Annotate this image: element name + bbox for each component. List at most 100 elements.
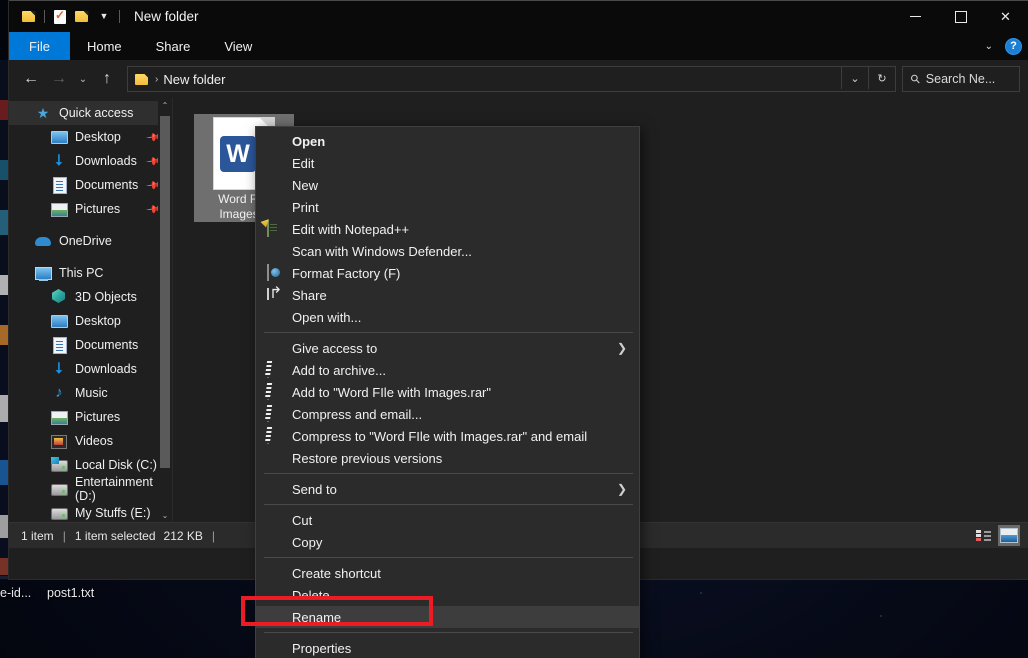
menu-item-restore-previous-versions[interactable]: Restore previous versions xyxy=(256,447,639,469)
desktop-icons-strip xyxy=(0,60,9,580)
menu-item-scan-with-windows-defender[interactable]: Scan with Windows Defender... xyxy=(256,240,639,262)
selection-count: 1 item selected xyxy=(75,529,156,543)
minimize-button[interactable] xyxy=(893,1,938,32)
menu-item-compress-to-word-file-with-images-rar-and-email[interactable]: Compress to "Word FIle with Images.rar" … xyxy=(256,425,639,447)
breadcrumb: › New folder xyxy=(128,72,225,87)
refresh-icon[interactable]: ↻ xyxy=(868,67,895,89)
sidebar-item-label: Quick access xyxy=(59,106,133,120)
sidebar-item-label: Music xyxy=(75,386,108,400)
menu-item-print[interactable]: Print xyxy=(256,196,639,218)
sidebar-gap xyxy=(9,253,172,261)
maximize-button[interactable] xyxy=(938,1,983,32)
menu-item-label: Share xyxy=(292,288,327,303)
search-box[interactable]: ⚲ Search Ne... xyxy=(902,66,1020,92)
menu-item-label: Copy xyxy=(292,535,322,550)
defender-shield-icon xyxy=(267,243,283,259)
menu-item-compress-and-email[interactable]: Compress and email... xyxy=(256,403,639,425)
menu-item-label: Create shortcut xyxy=(292,566,381,581)
sidebar-item-3d-objects[interactable]: 3D Objects xyxy=(9,285,172,309)
sidebar-item-downloads[interactable]: ⭣Downloads📌 xyxy=(9,149,172,173)
chevron-right-icon: ❯ xyxy=(617,337,627,359)
sidebar-list: ★Quick accessDesktop📌⭣Downloads📌Document… xyxy=(9,98,172,522)
address-history-icon[interactable]: ⌄ xyxy=(841,67,868,89)
scrollbar-thumb[interactable] xyxy=(160,116,170,468)
word-badge: W xyxy=(220,136,256,172)
menu-item-add-to-word-file-with-images-rar[interactable]: Add to "Word FIle with Images.rar" xyxy=(256,381,639,403)
menu-item-new[interactable]: New xyxy=(256,174,639,196)
tab-file[interactable]: File xyxy=(9,32,70,60)
menu-item-open[interactable]: Open xyxy=(256,130,639,152)
sidebar-item-quick-access[interactable]: ★Quick access xyxy=(9,101,172,125)
sidebar-item-local-disk-c[interactable]: Local Disk (C:) xyxy=(9,453,172,477)
sidebar-item-label: Desktop xyxy=(75,130,121,144)
tab-home[interactable]: Home xyxy=(70,32,139,60)
sidebar-item-documents[interactable]: Documents xyxy=(9,333,172,357)
close-button[interactable]: ✕ xyxy=(983,1,1028,32)
details-view-button[interactable] xyxy=(972,525,994,546)
sidebar-item-downloads[interactable]: ⭣Downloads xyxy=(9,357,172,381)
menu-item-edit[interactable]: Edit xyxy=(256,152,639,174)
menu-separator xyxy=(264,332,633,333)
sidebar-item-desktop[interactable]: Desktop📌 xyxy=(9,125,172,149)
sidebar-item-label: OneDrive xyxy=(59,234,112,248)
properties-icon[interactable] xyxy=(49,6,71,28)
folder-icon[interactable] xyxy=(18,6,40,28)
address-input[interactable]: › New folder ⌄ ↻ xyxy=(127,66,896,92)
sidebar-item-documents[interactable]: Documents📌 xyxy=(9,173,172,197)
chevron-down-icon[interactable]: ▼ xyxy=(93,6,115,28)
desktop-icon-label-2[interactable]: post1.txt xyxy=(47,586,94,600)
winrar-icon xyxy=(267,362,283,378)
breadcrumb-current[interactable]: New folder xyxy=(163,72,225,87)
new-folder-icon[interactable] xyxy=(71,6,93,28)
sidebar-item-label: Pictures xyxy=(75,410,120,424)
menu-item-open-with[interactable]: Open with... xyxy=(256,306,639,328)
sidebar-item-my-stuffs-e[interactable]: My Stuffs (E:) xyxy=(9,501,172,522)
sidebar-item-label: Videos xyxy=(75,434,113,448)
sidebar-item-desktop[interactable]: Desktop xyxy=(9,309,172,333)
sidebar-item-onedrive[interactable]: OneDrive xyxy=(9,229,172,253)
menu-item-format-factory-f[interactable]: Format Factory (F) xyxy=(256,262,639,284)
menu-item-share[interactable]: Share xyxy=(256,284,639,306)
menu-item-give-access-to[interactable]: Give access to❯ xyxy=(256,337,639,359)
scroll-down-icon[interactable]: ⌄ xyxy=(158,508,172,522)
menu-item-label: Add to "Word FIle with Images.rar" xyxy=(292,385,491,400)
sidebar-item-videos[interactable]: Videos xyxy=(9,429,172,453)
menu-item-create-shortcut[interactable]: Create shortcut xyxy=(256,562,639,584)
document-icon xyxy=(51,177,67,193)
large-icons-view-button[interactable] xyxy=(998,525,1020,546)
monitor-icon xyxy=(51,129,67,145)
menu-item-label: Add to archive... xyxy=(292,363,386,378)
drive-icon xyxy=(51,481,67,497)
sidebar-item-music[interactable]: ♪Music xyxy=(9,381,172,405)
menu-item-properties[interactable]: Properties xyxy=(256,637,639,658)
menu-item-send-to[interactable]: Send to❯ xyxy=(256,478,639,500)
sidebar-item-entertainment-d[interactable]: Entertainment (D:) xyxy=(9,477,172,501)
tab-view[interactable]: View xyxy=(207,32,269,60)
desktop-icon-label-1[interactable]: e-id... xyxy=(0,586,31,600)
menu-item-label: Properties xyxy=(292,641,351,656)
up-button[interactable]: ↑ xyxy=(93,64,121,94)
address-bar: ← → ⌄ ↑ › New folder ⌄ ↻ ⚲ Search Ne... xyxy=(9,60,1028,98)
sidebar-item-pictures[interactable]: Pictures📌 xyxy=(9,197,172,221)
help-icon[interactable]: ? xyxy=(1005,38,1022,55)
cube-icon xyxy=(51,289,67,305)
menu-item-cut[interactable]: Cut xyxy=(256,509,639,531)
scroll-up-icon[interactable]: ⌃ xyxy=(158,98,172,112)
sidebar-item-pictures[interactable]: Pictures xyxy=(9,405,172,429)
menu-item-copy[interactable]: Copy xyxy=(256,531,639,553)
tab-share[interactable]: Share xyxy=(139,32,208,60)
breadcrumb-separator: › xyxy=(155,74,158,85)
menu-item-add-to-archive[interactable]: Add to archive... xyxy=(256,359,639,381)
forward-button[interactable]: → xyxy=(45,64,73,94)
sidebar-item-label: Desktop xyxy=(75,314,121,328)
download-arrow-icon: ⭣ xyxy=(51,153,67,169)
document-icon xyxy=(51,337,67,353)
chevron-down-icon[interactable]: ⌄ xyxy=(985,41,993,52)
back-button[interactable]: ← xyxy=(17,64,45,94)
menu-item-label: Compress and email... xyxy=(292,407,422,422)
sidebar-scrollbar[interactable]: ⌃ ⌄ xyxy=(158,98,172,522)
navigation-pane: ★Quick accessDesktop📌⭣Downloads📌Document… xyxy=(9,98,173,522)
menu-item-edit-with-notepad[interactable]: Edit with Notepad++ xyxy=(256,218,639,240)
recent-locations-button[interactable]: ⌄ xyxy=(73,64,93,94)
sidebar-item-this-pc[interactable]: This PC xyxy=(9,261,172,285)
